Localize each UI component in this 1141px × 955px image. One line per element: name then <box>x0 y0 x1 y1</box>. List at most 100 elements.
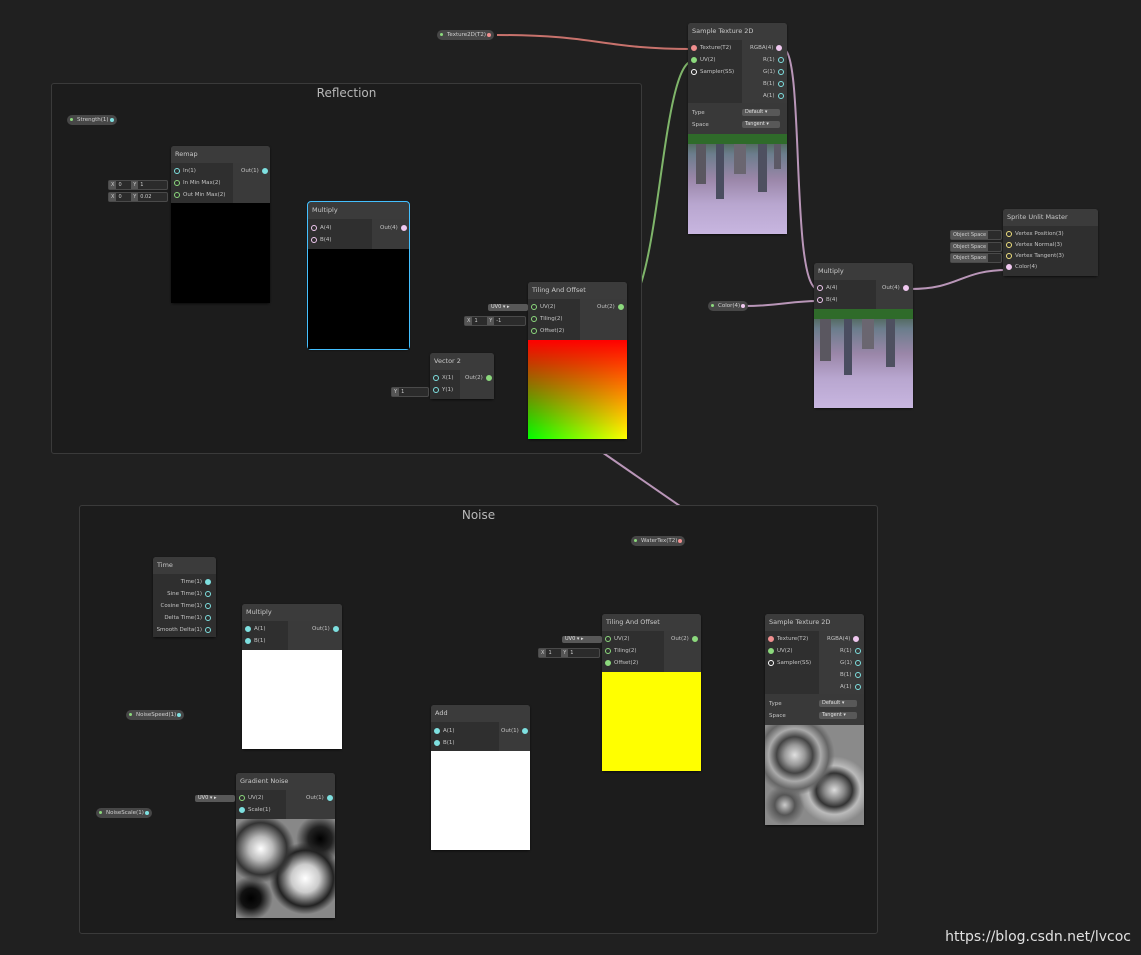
multiply-reflect-title: Multiply <box>308 202 409 219</box>
sample-bottom-node[interactable]: Sample Texture 2D Texture(T2) UV(2) Samp… <box>765 614 864 825</box>
sample-top-uv-pin[interactable]: UV(2) <box>688 55 716 66</box>
sample-top-sampler-pin[interactable]: Sampler(SS) <box>688 67 734 78</box>
tiling-reflect-title: Tiling And Offset <box>528 282 627 299</box>
sample-top-g-pin[interactable]: G(1) <box>763 67 787 78</box>
tiling-noise-offset-pin[interactable]: Offset(2) <box>602 658 638 669</box>
color-label: Color(4) <box>718 303 741 309</box>
tiling-noise-uv-pin[interactable]: UV(2) <box>602 634 630 645</box>
add-b-pin[interactable]: B(1) <box>431 738 455 749</box>
sprite-master-space-field-2[interactable]: Object Space <box>950 253 1002 263</box>
sprite-master-vpos-pin[interactable]: Vertex Position(3) <box>1003 229 1064 240</box>
multiply-noise-out-pin[interactable]: Out(1) <box>312 624 342 635</box>
sample-top-node[interactable]: Sample Texture 2D Texture(T2) UV(2) Samp… <box>688 23 787 234</box>
sample-top-rgba-pin[interactable]: RGBA(4) <box>750 43 785 54</box>
multiply-noise-a-pin[interactable]: A(1) <box>242 624 266 635</box>
sample-top-type-dropdown[interactable]: Default ▾ <box>742 109 780 116</box>
multiply-final-out-pin[interactable]: Out(4) <box>882 283 912 294</box>
vector2-x-pin[interactable]: X(1) <box>430 373 454 384</box>
color-property[interactable]: Color(4) <box>708 301 749 311</box>
tiling-noise-uv-dropdown[interactable]: UV0 ▾ ▸ <box>562 636 602 643</box>
remap-outminmax-pin[interactable]: Out Min Max(2) <box>171 190 225 201</box>
vector2-node[interactable]: Vector 2 X(1) Y(1) Out(2) <box>430 353 494 399</box>
remap-node[interactable]: Remap In(1) In Min Max(2) Out Min Max(2)… <box>171 146 270 303</box>
remap-inminmax-field[interactable]: X0 Y1 <box>108 180 168 190</box>
tiling-noise-out-pin[interactable]: Out(2) <box>671 634 701 645</box>
sample-bottom-uv-pin[interactable]: UV(2) <box>765 646 793 657</box>
sample-top-preview-art <box>688 134 787 199</box>
time-sine-pin[interactable]: Sine Time(1) <box>167 589 214 600</box>
sprite-master-space-field-0[interactable]: Object Space <box>950 230 1002 240</box>
sample-top-b-pin[interactable]: B(1) <box>763 79 787 90</box>
multiply-reflect-a-pin[interactable]: A(4) <box>308 223 332 234</box>
strength-property[interactable]: Strength(1) <box>67 115 117 125</box>
multiply-final-a-pin[interactable]: A(4) <box>814 283 838 294</box>
sample-bottom-space-dropdown[interactable]: Tangent ▾ <box>819 712 857 719</box>
sprite-master-node[interactable]: Sprite Unlit Master Vertex Position(3) V… <box>1003 209 1098 276</box>
time-time-pin[interactable]: Time(1) <box>181 577 214 588</box>
sprite-master-space-field-1[interactable]: Object Space <box>950 242 1002 252</box>
remap-in-pin[interactable]: In(1) <box>171 166 196 177</box>
time-delta-pin[interactable]: Delta Time(1) <box>164 613 214 624</box>
remap-out-pin[interactable]: Out(1) <box>241 166 271 177</box>
sample-bottom-r-pin[interactable]: R(1) <box>840 646 864 657</box>
multiply-noise-b-pin[interactable]: B(1) <box>242 636 266 647</box>
add-a-pin[interactable]: A(1) <box>431 726 455 737</box>
sample-bottom-sampler-pin[interactable]: Sampler(SS) <box>765 658 811 669</box>
time-smooth-pin[interactable]: Smooth Delta(1) <box>157 625 214 636</box>
tiling-reflect-tiling-pin[interactable]: Tiling(2) <box>528 314 563 325</box>
time-cosine-pin[interactable]: Cosine Time(1) <box>161 601 214 612</box>
multiply-final-node[interactable]: Multiply A(4) B(4) Out(4) <box>814 263 913 408</box>
tiling-reflect-preview <box>528 340 627 439</box>
gradient-noise-uv-pin[interactable]: UV(2) <box>236 793 264 804</box>
tiling-noise-preview <box>602 672 701 771</box>
tiling-reflect-offset-pin[interactable]: Offset(2) <box>528 326 564 337</box>
vector2-y-pin[interactable]: Y(1) <box>430 385 453 396</box>
remap-inminmax-pin[interactable]: In Min Max(2) <box>171 178 221 189</box>
multiply-reflect-node[interactable]: Multiply A(4) B(4) Out(4) <box>307 201 410 350</box>
tiling-reflect-node[interactable]: Tiling And Offset UV(2) Tiling(2) Offset… <box>528 282 627 439</box>
tiling-reflect-tiling-field[interactable]: X1 Y -1 <box>464 316 526 326</box>
sample-bottom-rgba-pin[interactable]: RGBA(4) <box>827 634 862 645</box>
watertex-property[interactable]: WaterTex(T2) <box>631 536 686 546</box>
sprite-master-vnormal-pin[interactable]: Vertex Normal(3) <box>1003 240 1062 251</box>
sample-bottom-a-pin[interactable]: A(1) <box>840 682 864 693</box>
vector2-y-field[interactable]: Y1 <box>391 387 429 397</box>
tiling-reflect-out-pin[interactable]: Out(2) <box>597 302 627 313</box>
multiply-final-b-pin[interactable]: B(4) <box>814 295 838 306</box>
sample-bottom-type-dropdown[interactable]: Default ▾ <box>819 700 857 707</box>
remap-outminmax-field[interactable]: X0 Y 0.02 <box>108 192 168 202</box>
gradient-noise-uv-dropdown[interactable]: UV0 ▾ ▸ <box>195 795 235 802</box>
noise-group-title: Noise <box>461 508 496 522</box>
noisespeed-property[interactable]: NoiseSpeed(1) <box>126 710 185 720</box>
multiply-reflect-out-pin[interactable]: Out(4) <box>380 223 410 234</box>
texture2d-property[interactable]: Texture2D(T2) <box>437 30 495 40</box>
add-out-pin[interactable]: Out(1) <box>501 726 531 737</box>
sprite-master-color-pin[interactable]: Color(4) <box>1003 262 1037 273</box>
sample-top-texture-pin[interactable]: Texture(T2) <box>688 43 731 54</box>
gradient-noise-scale-pin[interactable]: Scale(1) <box>236 805 271 816</box>
gradient-noise-node[interactable]: Gradient Noise UV(2) Scale(1) Out(1) <box>236 773 335 918</box>
multiply-final-title: Multiply <box>814 263 913 280</box>
add-node[interactable]: Add A(1) B(1) Out(1) <box>431 705 530 850</box>
vector2-out-pin[interactable]: Out(2) <box>465 373 495 384</box>
multiply-noise-node[interactable]: Multiply A(1) B(1) Out(1) <box>242 604 342 749</box>
sample-bottom-g-pin[interactable]: G(1) <box>840 658 864 669</box>
time-node[interactable]: Time Time(1) Sine Time(1) Cosine Time(1)… <box>153 557 216 637</box>
multiply-reflect-b-pin[interactable]: B(4) <box>308 235 332 246</box>
noisescale-property[interactable]: NoiseScale(1) <box>96 808 152 818</box>
sample-top-r-pin[interactable]: R(1) <box>763 55 787 66</box>
sprite-master-vtangent-pin[interactable]: Vertex Tangent(3) <box>1003 251 1064 262</box>
tiling-reflect-uv-dropdown[interactable]: UV0 ▾ ▸ <box>488 304 528 311</box>
sample-top-space-dropdown[interactable]: Tangent ▾ <box>742 121 780 128</box>
sample-bottom-texture-pin[interactable]: Texture(T2) <box>765 634 808 645</box>
sample-top-a-pin[interactable]: A(1) <box>763 91 787 102</box>
sample-bottom-title: Sample Texture 2D <box>765 614 864 631</box>
gradient-noise-out-pin[interactable]: Out(1) <box>306 793 336 804</box>
tiling-noise-node[interactable]: Tiling And Offset UV(2) Tiling(2) Offset… <box>602 614 701 771</box>
tiling-noise-tiling-field[interactable]: X1 Y1 <box>538 648 600 658</box>
sample-bottom-b-pin[interactable]: B(1) <box>840 670 864 681</box>
watermark-url: https://blog.csdn.net/lvcoc <box>945 929 1131 945</box>
multiply-noise-preview <box>242 650 342 749</box>
tiling-reflect-uv-pin[interactable]: UV(2) <box>528 302 556 313</box>
tiling-noise-tiling-pin[interactable]: Tiling(2) <box>602 646 637 657</box>
